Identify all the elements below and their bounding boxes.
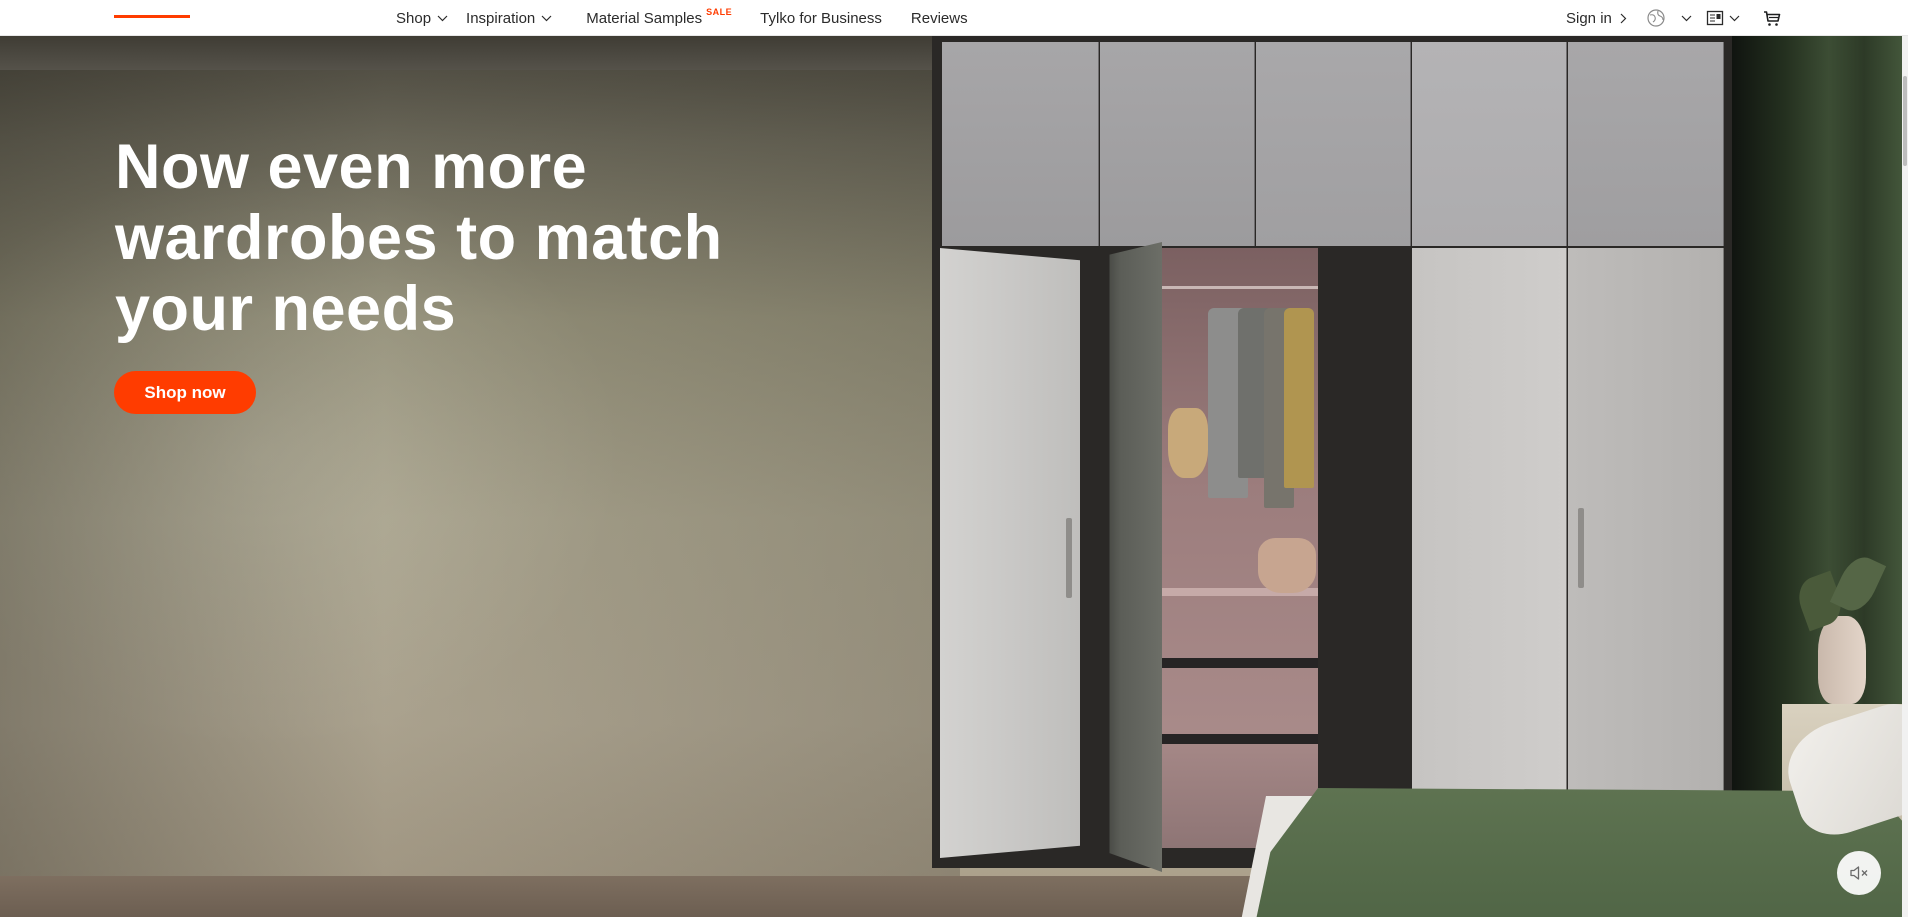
sign-in-label: Sign in	[1566, 9, 1612, 27]
nav-item-reviews[interactable]: Reviews	[911, 10, 968, 27]
page-scrollbar[interactable]	[1902, 36, 1908, 917]
cart-icon[interactable]	[1763, 0, 1781, 36]
sign-in-link[interactable]: Sign in	[1566, 0, 1627, 36]
hero-title: Now even more wardrobes to match your ne…	[115, 132, 815, 345]
nav-item-label: Inspiration	[466, 9, 536, 27]
wardrobe-interior	[1158, 248, 1318, 848]
nav-item-label: Reviews	[910, 9, 968, 27]
nav-item-material-samples[interactable]: Material Samples SALE	[586, 7, 733, 27]
chevron-down-icon	[541, 15, 552, 22]
wardrobe-top-panel	[1100, 42, 1255, 246]
door-handle	[1066, 518, 1072, 598]
hero-wardrobe-image	[932, 36, 1732, 872]
sale-badge: SALE	[706, 7, 733, 17]
door-handle	[1578, 508, 1584, 588]
nav-item-tylko-for-business[interactable]: Tylko for Business	[760, 10, 882, 27]
hero-banner: Now even more wardrobes to match your ne…	[0, 36, 1908, 917]
nav-item-label: Shop	[396, 9, 432, 27]
nav-item-shop[interactable]: Shop	[396, 10, 448, 27]
wardrobe-top-panel	[942, 42, 1099, 246]
chevron-right-icon	[1620, 13, 1627, 24]
wardrobe-door-open	[940, 248, 1080, 858]
hero-title-line: your needs	[115, 274, 457, 344]
globe-icon[interactable]	[1646, 0, 1666, 36]
wardrobe-top-panel	[1412, 42, 1567, 246]
scrollbar-thumb[interactable]	[1903, 76, 1907, 166]
garment	[1284, 308, 1314, 488]
drawer	[1158, 658, 1318, 668]
tote-bag	[1258, 538, 1316, 593]
wardrobe-top-panel	[1256, 42, 1411, 246]
drawer	[1158, 734, 1318, 744]
vase	[1818, 616, 1866, 704]
wardrobe-door	[1568, 248, 1724, 828]
shop-now-button[interactable]: Shop now	[114, 371, 256, 414]
nav-item-label: Tylko for Business	[760, 9, 882, 27]
site-header: Shop Inspiration Material Samples SALE T…	[0, 0, 1908, 36]
hanging-bag	[1168, 408, 1208, 478]
wardrobe-top-panel	[1568, 42, 1724, 246]
nav-item-label: Material Samples	[586, 9, 703, 27]
hanging-rail	[1158, 286, 1318, 289]
hero-ceiling	[0, 36, 940, 70]
hero-title-line: wardrobes to match	[115, 203, 723, 273]
brand-logo[interactable]	[114, 15, 190, 18]
speaker-muted-icon[interactable]	[1837, 851, 1881, 895]
chevron-down-icon[interactable]	[1681, 0, 1692, 36]
hero-title-line: Now even more	[115, 132, 588, 202]
chevron-down-icon[interactable]	[1729, 0, 1740, 36]
wardrobe-door	[1412, 248, 1567, 828]
main-nav: Shop Inspiration Material Samples SALE T…	[396, 0, 968, 36]
chevron-down-icon	[437, 15, 448, 22]
wardrobe-door-open	[1109, 242, 1162, 872]
magazine-icon[interactable]	[1706, 0, 1724, 36]
nav-item-inspiration[interactable]: Inspiration	[466, 10, 552, 27]
